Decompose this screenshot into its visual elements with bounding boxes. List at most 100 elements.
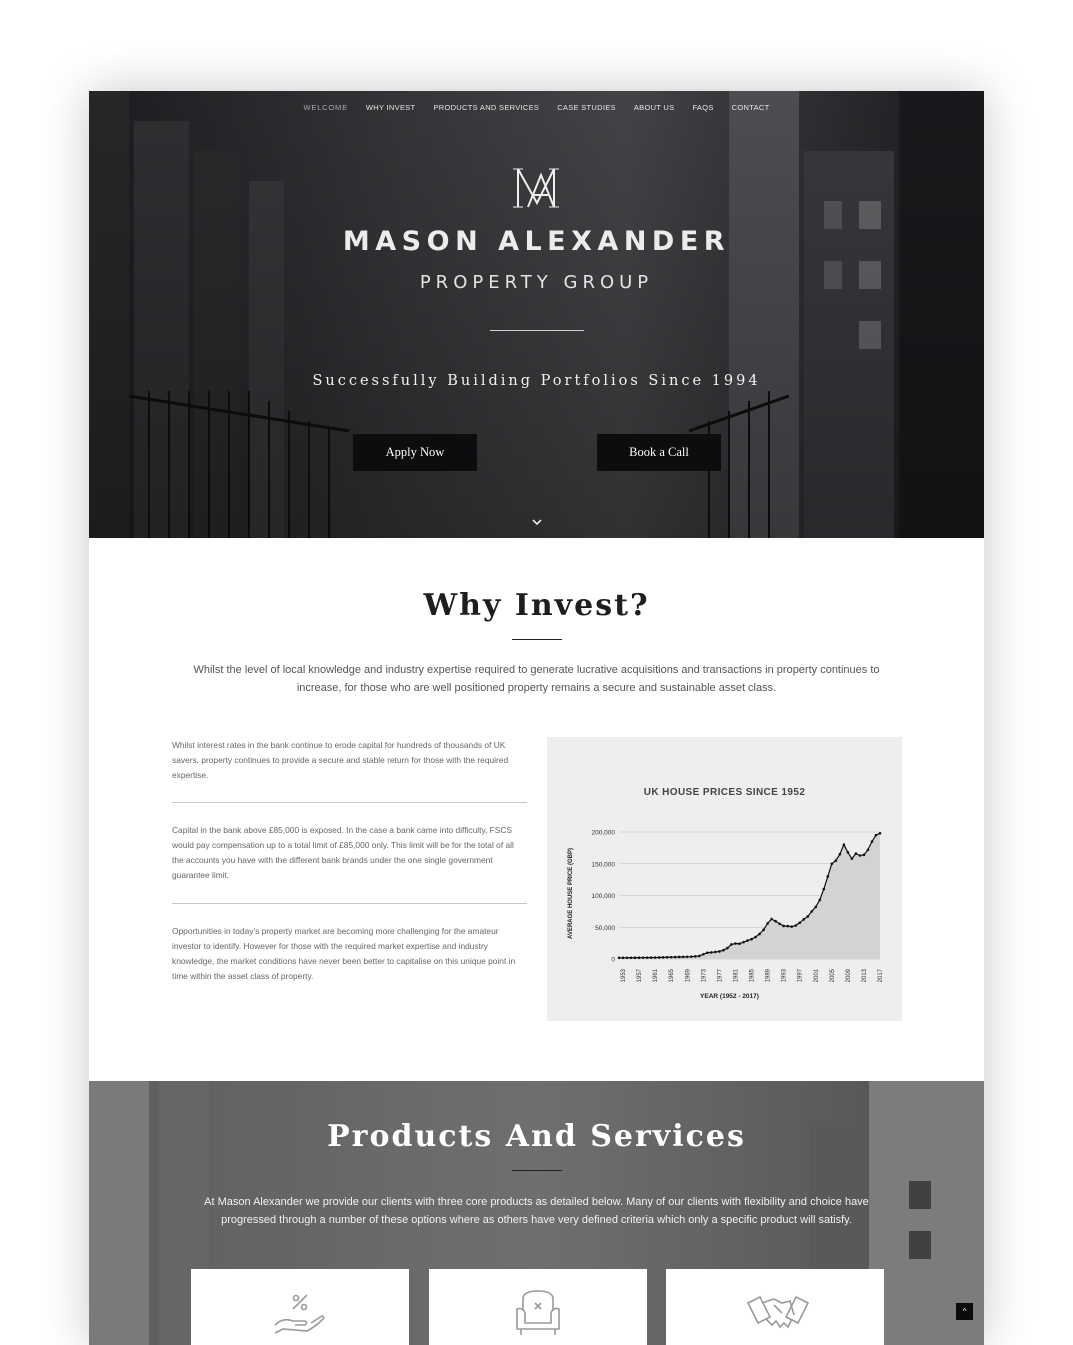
nav-item-about-us[interactable]: ABOUT US: [634, 103, 675, 112]
chart-point: [762, 928, 765, 932]
chart-point: [878, 831, 882, 835]
nav-item-products-and-services[interactable]: PRODUCTS AND SERVICES: [433, 103, 539, 112]
nav-item-why-invest[interactable]: WHY INVEST: [366, 103, 416, 112]
chart-point: [782, 924, 785, 928]
chart-point: [786, 924, 789, 928]
x-tick-label: 1981: [733, 968, 739, 982]
y-tick-label: 150,000: [592, 861, 616, 868]
chart-point: [681, 955, 685, 959]
section-intro: Whilst the level of local knowledge and …: [193, 664, 880, 694]
chart-point: [657, 956, 661, 959]
chart-point: [802, 918, 806, 921]
apply-now-button[interactable]: Apply Now: [353, 434, 477, 471]
x-axis-label: YEAR (1952 - 2017): [700, 993, 759, 1000]
product-card[interactable]: [191, 1269, 409, 1345]
chart-point: [818, 898, 822, 902]
chart-point: [862, 853, 866, 857]
chart-point: [702, 952, 705, 956]
chart-point: [754, 935, 757, 939]
y-tick-label: 100,000: [592, 893, 616, 900]
section-divider: [512, 639, 562, 640]
chart-point: [774, 919, 777, 923]
chart-point: [874, 833, 878, 837]
chart-point: [830, 862, 834, 866]
why-point-paragraph: Capital in the bank above £85,000 is exp…: [172, 825, 514, 880]
chart-point: [770, 917, 773, 921]
x-tick-label: 1961: [653, 968, 659, 982]
chart-point: [854, 852, 858, 855]
chart-point: [810, 910, 814, 913]
chart-point: [669, 955, 673, 959]
chart-plot: 0 50,000 100,000 150,000 200,000 1953 1957 1961…: [568, 830, 884, 1001]
chart-point: [637, 956, 641, 959]
x-tick-label: 1977: [717, 968, 723, 982]
x-tick-label: 1973: [701, 968, 707, 982]
why-invest-section: Why Invest? Whilst the level of local kn…: [89, 538, 984, 1081]
chevron-up-icon: ^: [962, 1307, 967, 1316]
chart-point: [814, 905, 818, 909]
chart-point: [673, 955, 677, 959]
x-tick-label: 1993: [782, 968, 788, 982]
x-tick-label: 2005: [830, 968, 836, 982]
chart-point: [826, 875, 830, 878]
x-tick-label: 2017: [878, 968, 884, 982]
chart-point: [685, 955, 689, 959]
chart-point: [677, 955, 681, 959]
product-card[interactable]: [666, 1269, 884, 1345]
house-price-chart: UK HOUSE PRICES SINCE 1952 0 50,000 100,00…: [547, 737, 902, 1021]
chart-point: [649, 956, 653, 959]
x-tick-label: 2009: [846, 968, 852, 982]
chart-point: [738, 942, 741, 945]
section-divider: [512, 1170, 562, 1171]
nav-item-welcome[interactable]: WELCOME: [304, 103, 348, 112]
brand-subtitle: PROPERTY GROUP: [419, 272, 654, 293]
chart-point: [778, 922, 781, 926]
chart-point: [838, 852, 842, 856]
chart-point: [766, 922, 769, 925]
back-to-top-button[interactable]: ^: [956, 1303, 973, 1320]
chart-point: [730, 943, 733, 946]
section-title: Products And Services: [327, 1119, 746, 1154]
hero-background-image: [89, 91, 984, 538]
chart-point: [758, 932, 761, 936]
hero-divider: [490, 330, 584, 331]
chart-point: [693, 955, 697, 958]
x-tick-label: 1989: [766, 968, 772, 982]
why-point-divider: [172, 802, 527, 803]
chart-point: [858, 854, 862, 857]
brand-name: MASON ALEXANDER: [342, 226, 731, 257]
chart-point: [710, 951, 713, 954]
x-tick-label: 1953: [621, 968, 627, 982]
chart-point: [742, 940, 745, 944]
chart-point: [846, 851, 850, 854]
product-card[interactable]: [429, 1269, 647, 1345]
chart-point: [629, 956, 633, 960]
products-section: Products And Services At Mason Alexander…: [89, 1081, 984, 1345]
chevron-down-icon[interactable]: [531, 518, 543, 526]
nav-item-contact[interactable]: CONTACT: [732, 103, 770, 112]
book-a-call-button[interactable]: Book a Call: [597, 434, 721, 471]
chart-point: [842, 843, 846, 846]
why-point-paragraph: Opportunities in today's property market…: [172, 926, 516, 981]
chart-point: [794, 924, 797, 927]
chart-point: [653, 956, 657, 959]
chart-point: [706, 951, 709, 955]
why-point-divider: [172, 903, 527, 904]
x-tick-label: 1965: [669, 968, 675, 982]
chart-point: [822, 887, 826, 891]
nav-item-case-studies[interactable]: CASE STUDIES: [557, 103, 616, 112]
chart-point: [718, 950, 721, 953]
chart-point: [625, 956, 629, 960]
chart-point: [633, 956, 637, 960]
why-point-paragraph: Whilst interest rates in the bank contin…: [172, 740, 509, 780]
chart-point: [750, 937, 753, 941]
chart-point: [661, 956, 665, 959]
x-tick-label: 2001: [814, 968, 820, 982]
chart-point: [617, 956, 621, 960]
nav-item-faqs[interactable]: FAQS: [692, 103, 713, 112]
chart-point: [734, 942, 737, 945]
logo-monogram-icon[interactable]: [510, 165, 564, 211]
x-tick-label: 1957: [637, 968, 643, 982]
percent-hand-icon: [274, 1294, 325, 1334]
section-intro: At Mason Alexander we provide our client…: [204, 1196, 869, 1226]
